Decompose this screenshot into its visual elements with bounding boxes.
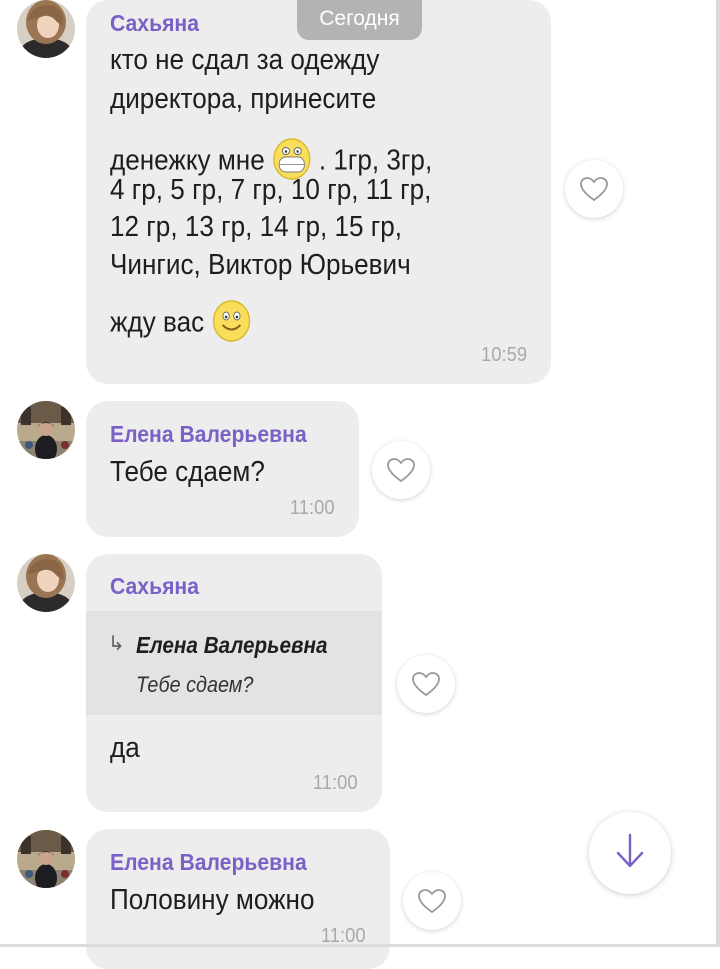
scrollbar-edge — [716, 0, 720, 947]
heart-icon[interactable] — [372, 441, 430, 499]
avatar-sakhyana[interactable] — [17, 0, 75, 58]
heart-icon[interactable] — [403, 872, 461, 930]
message-text: Тебе сдаем? — [110, 456, 265, 488]
reply-text: Тебе сдаем? — [136, 672, 254, 697]
message-text-line: Чингис, Виктор Юрьевич — [110, 249, 411, 281]
message-time: 11:00 — [313, 772, 358, 794]
message-text-line: жду вас — [110, 299, 251, 349]
sender-name[interactable]: Сахьяна — [110, 573, 199, 600]
message-text-segment: . 1гр, 3гр, — [318, 144, 433, 177]
message-text-segment: жду вас — [110, 306, 205, 339]
message-text-segment: денежку мне — [110, 144, 265, 177]
reply-arrow-icon: ↳ — [108, 633, 125, 655]
message-time: 10:59 — [480, 344, 527, 366]
message-text-line: 4 гр, 5 гр, 7 гр, 10 гр, 11 гр, — [110, 174, 432, 206]
message-text-line: кто не сдал за одежду — [110, 44, 380, 76]
sender-name[interactable]: Елена Валерьевна — [110, 849, 307, 876]
arrow-down-icon — [614, 832, 646, 875]
message-bubble[interactable]: Елена Валерьевна Тебе сдаем? 11:00 — [86, 401, 359, 537]
avatar-elena[interactable] — [17, 830, 75, 888]
message-bubble[interactable]: Елена Валерьевна Половину можно 11:00 — [86, 829, 390, 969]
message-bubble[interactable]: Сахьяна ↳ Елена Валерьевна Тебе сдаем? д… — [86, 554, 382, 812]
avatar-elena[interactable] — [17, 401, 75, 459]
smiling-face-emoji — [211, 299, 251, 349]
message-text-line: директора, принесите — [110, 83, 377, 115]
heart-icon[interactable] — [565, 160, 623, 218]
date-separator: Сегодня — [297, 0, 422, 40]
message-bubble[interactable]: Сахьяна кто не сдал за одежду директора,… — [86, 0, 551, 384]
message-text: да — [110, 732, 140, 764]
sender-name[interactable]: Елена Валерьевна — [110, 421, 307, 448]
scroll-to-bottom-button[interactable] — [589, 812, 671, 894]
heart-icon[interactable] — [397, 655, 455, 713]
message-text: Половину можно — [110, 884, 315, 916]
reply-quote[interactable]: ↳ Елена Валерьевна Тебе сдаем? — [86, 611, 382, 715]
avatar-sakhyana[interactable] — [17, 554, 75, 612]
message-text-line: 12 гр, 13 гр, 14 гр, 15 гр, — [110, 211, 403, 243]
reply-sender-name: Елена Валерьевна — [136, 632, 328, 658]
message-time: 11:00 — [290, 497, 335, 519]
sender-name[interactable]: Сахьяна — [110, 10, 199, 37]
